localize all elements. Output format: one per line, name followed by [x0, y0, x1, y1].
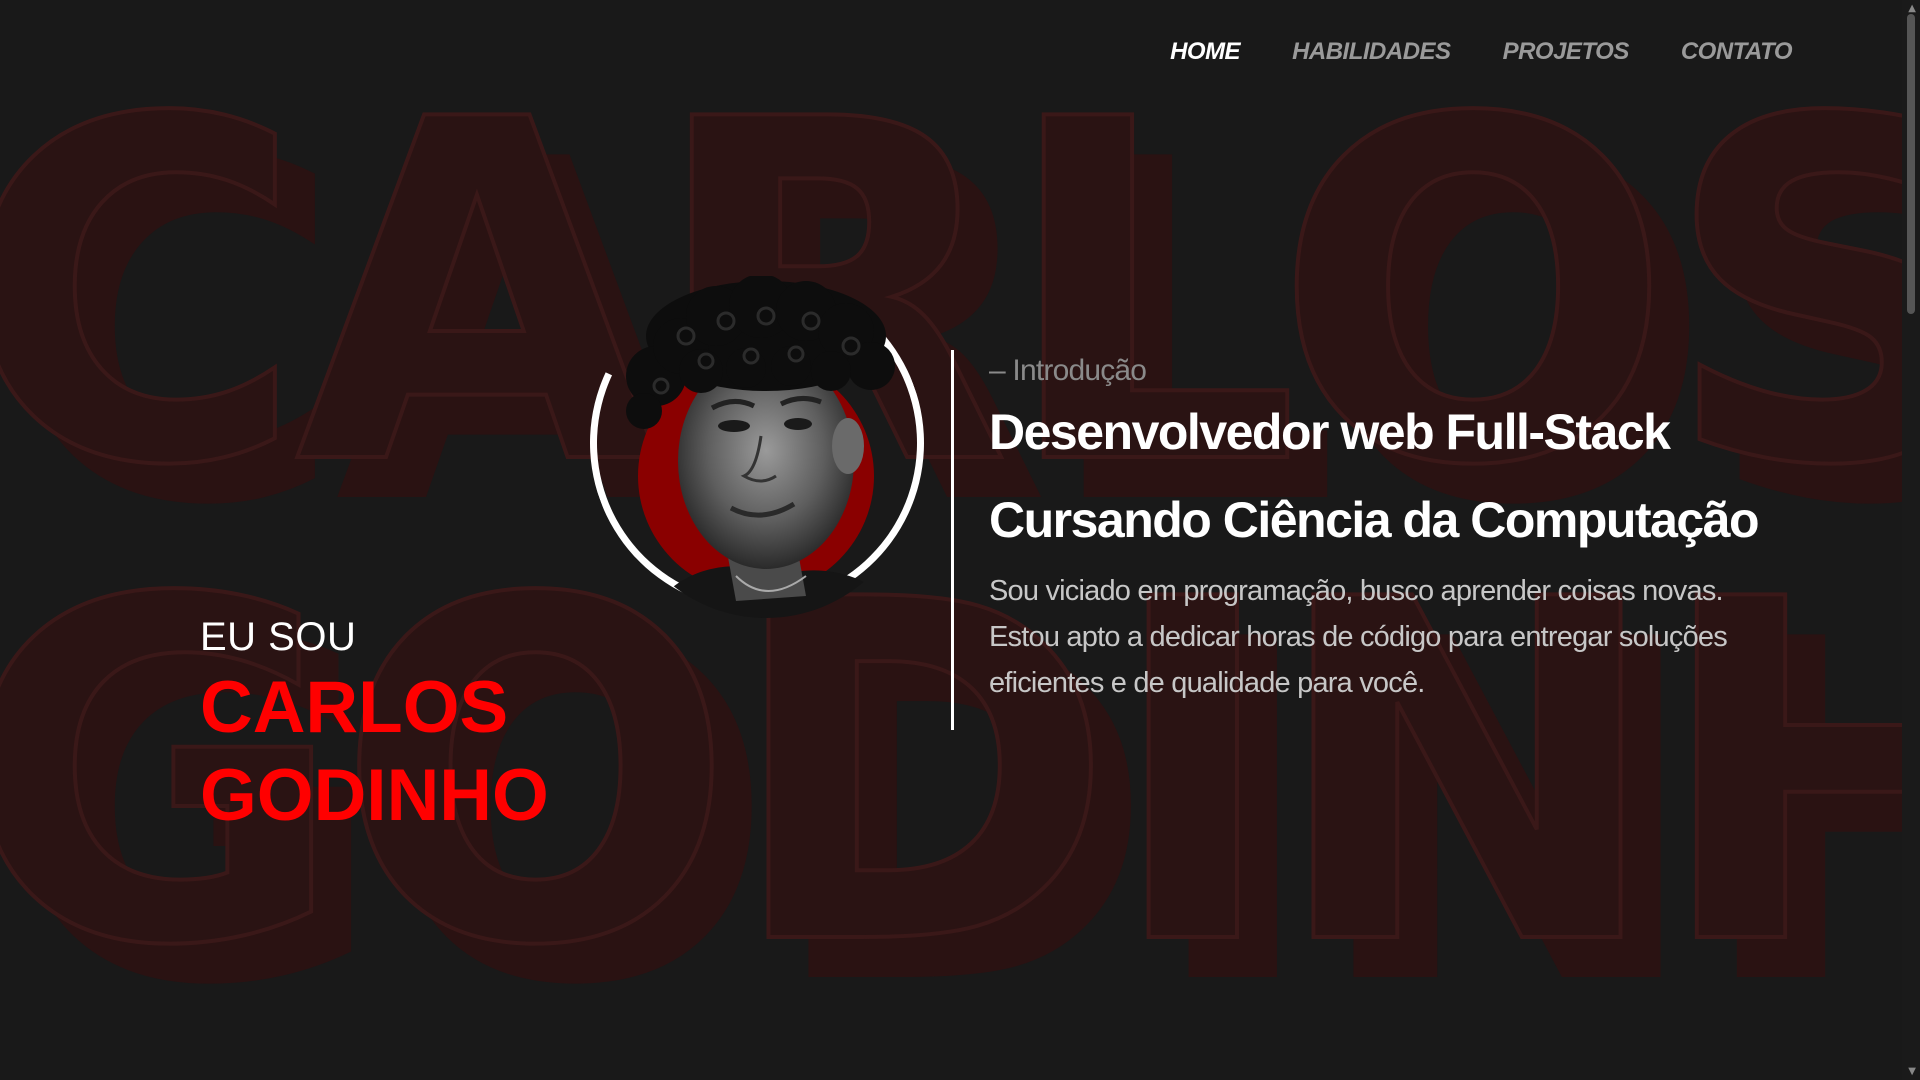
nav-contato[interactable]: CONTATO — [1681, 38, 1793, 66]
intro-label: – Introdução — [989, 354, 1147, 387]
vertical-divider — [951, 350, 954, 730]
nav-projetos[interactable]: PROJETOS — [1503, 38, 1630, 66]
profile-photo — [616, 276, 916, 618]
home-page: CARLOS GODINHO HOME HABILIDADES PROJETOS… — [0, 0, 1920, 1080]
profile-avatar — [542, 228, 972, 658]
headline-study: Cursando Ciência da Computação — [989, 492, 1760, 548]
intro-section: – Introdução Desenvolvedor web Full-Stac… — [989, 350, 1789, 706]
nav-home[interactable]: HOME — [1170, 38, 1241, 66]
chevron-down-icon[interactable]: ▼ — [1908, 1066, 1916, 1077]
hero-name-last: GODINHO — [200, 755, 549, 836]
greeting-text: EU SOU — [200, 615, 357, 659]
hero-name-block: EU SOU CARLOS GODINHO — [200, 615, 549, 840]
hero-name-first: CARLOS — [200, 667, 509, 748]
nav-habilidades[interactable]: HABILIDADES — [1292, 38, 1451, 66]
chevron-up-icon[interactable]: ▲ — [1908, 3, 1916, 14]
headline-role: Desenvolvedor web Full-Stack — [989, 404, 1671, 460]
intro-description: Sou viciado em programação, busco aprend… — [989, 575, 1728, 699]
main-nav: HOME HABILIDADES PROJETOS CONTATO — [1170, 38, 1792, 66]
scrollbar-thumb[interactable] — [1907, 14, 1915, 314]
page-scrollbar[interactable]: ▲ ▼ — [1902, 0, 1920, 1080]
